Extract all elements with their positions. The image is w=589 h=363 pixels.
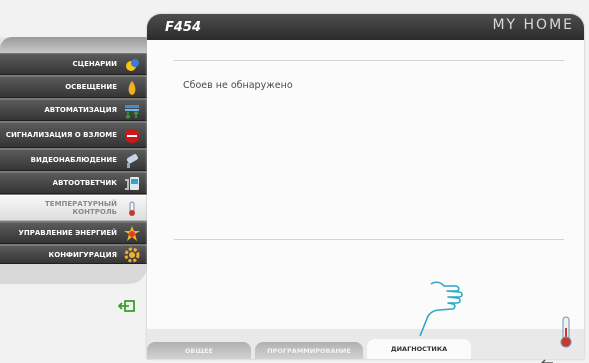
sidebar-item-scenarios[interactable]: СЦЕНАРИИ [0, 53, 147, 75]
thermometer-icon [124, 201, 140, 217]
sidebar-item-lighting[interactable]: ОСВЕЩЕНИЕ [0, 76, 147, 98]
pointing-hand-icon [417, 280, 467, 342]
alarm-icon [124, 128, 140, 144]
main-panel: F454 MY HOME Сбоев не обнаружено ОБЩЕЕ П… [147, 14, 584, 363]
tab-programming[interactable]: ПРОГРАММИРОВАНИЕ [255, 342, 363, 359]
sidebar-item-alarm[interactable]: СИГНАЛИЗАЦИЯ О ВЗЛОМЕ [0, 122, 147, 148]
sidebar-item-automation[interactable]: АВТОМАТИЗАЦИЯ [0, 99, 147, 121]
sidebar-item-label: АВТООТВЕТЧИК [52, 179, 117, 187]
energy-icon [124, 226, 140, 242]
sidebar-item-label: УПРАВЛЕНИЕ ЭНЕРГИЕЙ [18, 229, 117, 237]
sidebar-item-label: ВИДЕОНАБЛЮДЕНИЕ [30, 156, 117, 164]
device-code: F454 [165, 20, 202, 35]
sidebar-item-label: СИГНАЛИЗАЦИЯ О ВЗЛОМЕ [5, 131, 117, 139]
sidebar-header [0, 37, 147, 53]
sidebar-item-energy[interactable]: УПРАВЛЕНИЕ ЭНЕРГИЕЙ [0, 222, 147, 244]
tab-general[interactable]: ОБЩЕЕ [147, 342, 251, 359]
brand-logo: MY HOME [492, 17, 574, 33]
sidebar-item-label: ОСВЕЩЕНИЕ [65, 83, 117, 91]
lighting-bulb-icon [124, 80, 140, 96]
sidebar-item-label: КОНФИГУРАЦИЯ [48, 250, 117, 259]
scenarios-icon [124, 57, 140, 73]
answering-machine-icon [124, 176, 140, 192]
automation-icon [124, 103, 140, 120]
back-arrow-icon[interactable] [540, 352, 554, 363]
sidebar-menu: СЦЕНАРИИ ОСВЕЩЕНИЕ АВТОМАТИЗАЦИЯ СИГНАЛИ… [0, 53, 147, 264]
sidebar-item-label: СЦЕНАРИИ [72, 60, 117, 68]
camera-icon [124, 153, 140, 169]
sidebar-item-label: АВТОМАТИЗАЦИЯ [44, 106, 117, 114]
divider-top [174, 60, 564, 61]
sidebar-item-video[interactable]: ВИДЕОНАБЛЮДЕНИЕ [0, 149, 147, 171]
sidebar-item-label: ТЕМПЕРАТУРНЫЙ КОНТРОЛЬ [45, 200, 117, 216]
gear-icon [124, 247, 140, 263]
thermometer-icon [557, 316, 575, 348]
status-message: Сбоев не обнаружено [183, 80, 293, 91]
panel-header: F454 MY HOME [147, 14, 584, 40]
sidebar-item-temperature[interactable]: ТЕМПЕРАТУРНЫЙ КОНТРОЛЬ [0, 195, 147, 221]
sidebar-item-configuration[interactable]: КОНФИГУРАЦИЯ [0, 245, 147, 264]
divider-bottom [174, 239, 564, 240]
exit-arrow-icon[interactable] [117, 297, 135, 312]
sidebar-item-answering[interactable]: АВТООТВЕТЧИК [0, 172, 147, 194]
tab-bar: ОБЩЕЕ ПРОГРАММИРОВАНИЕ ДИАГНОСТИКА [147, 329, 584, 359]
